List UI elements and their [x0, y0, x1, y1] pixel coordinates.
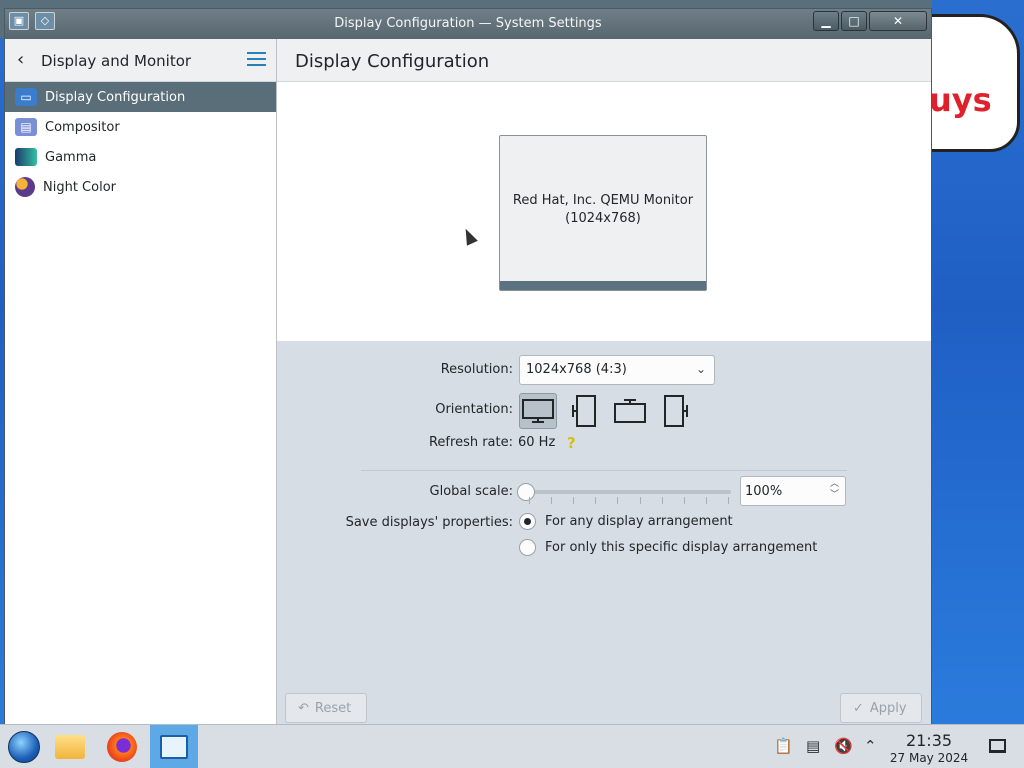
global-scale-slider[interactable] [517, 483, 731, 501]
flipped-icon [614, 399, 646, 423]
sidebar-item-label: Compositor [45, 119, 120, 135]
taskbar-file-manager[interactable] [46, 725, 94, 768]
sidebar-item-night-color[interactable]: Night Color [5, 172, 276, 202]
monitor-preview[interactable]: Red Hat, Inc. QEMU Monitor (1024x768) [499, 135, 707, 291]
sidebar-item-label: Night Color [43, 179, 116, 195]
page-title: Display Configuration [295, 51, 490, 72]
bubble-text: uys [929, 81, 992, 119]
window-title: Display Configuration — System Settings [334, 16, 602, 31]
apply-button[interactable]: ✓ Apply [840, 693, 922, 723]
radio-label: For only this specific display arrangeme… [545, 540, 818, 555]
radio-label: For any display arrangement [545, 514, 733, 529]
spin-arrows-icon[interactable]: ︿ ﹀ [830, 479, 839, 501]
radio-any-arrangement[interactable]: For any display arrangement [519, 513, 733, 530]
window-controls: ▁ □ ✕ [813, 11, 927, 31]
back-icon[interactable]: ‹ [17, 49, 24, 70]
system-settings-icon [160, 735, 188, 759]
orientation-label: Orientation: [435, 402, 513, 417]
apply-label: Apply [869, 700, 907, 716]
start-menu-button[interactable] [0, 725, 48, 768]
gamma-icon [15, 148, 37, 166]
night-color-icon [15, 177, 35, 197]
sidebar-header-title: Display and Monitor [41, 52, 192, 70]
separator [361, 470, 847, 471]
portrait-right-icon [664, 395, 688, 427]
show-desktop-icon[interactable] [989, 739, 1006, 753]
display-settings-form: Resolution: 1024x768 (4:3) ⌄ Orientation… [277, 341, 931, 725]
resolution-select[interactable]: 1024x768 (4:3) ⌄ [519, 355, 715, 385]
sidebar-item-label: Display Configuration [45, 89, 186, 105]
global-scale-spinbox[interactable]: 100% ︿ ﹀ [740, 476, 846, 506]
system-settings-window: ▣ ◇ Display Configuration — System Setti… [4, 8, 932, 725]
monitor-preview-bar [500, 281, 706, 290]
sidebar-item-gamma[interactable]: Gamma [5, 142, 276, 172]
checkmark-icon: ✓ [853, 700, 864, 716]
radio-button[interactable] [519, 513, 536, 530]
global-scale-value: 100% [745, 484, 783, 499]
sidebar-item-display-configuration[interactable]: ▭ Display Configuration [5, 82, 276, 112]
hamburger-menu-icon[interactable] [247, 52, 266, 70]
clock[interactable]: 21:35 27 May 2024 [886, 731, 972, 765]
mouse-cursor-icon [460, 226, 478, 246]
taskbar-firefox[interactable] [98, 725, 146, 768]
reset-icon: ↶ [298, 700, 309, 716]
minimize-button[interactable]: ▁ [813, 11, 839, 31]
main-panel: Display Configuration Red Hat, Inc. QEMU… [277, 39, 931, 725]
clock-time: 21:35 [905, 731, 953, 750]
orientation-landscape-button[interactable] [519, 393, 557, 429]
taskbar: 📋 ▤ 🔇 ⌃ 21:35 27 May 2024 [0, 724, 1024, 768]
clock-date: 27 May 2024 [889, 751, 969, 765]
compositor-icon: ▤ [15, 118, 37, 136]
start-orb-icon [8, 731, 40, 763]
slider-ticks [529, 497, 729, 505]
help-icon[interactable]: ? [567, 434, 576, 452]
tray-expand-chevron-icon[interactable]: ⌃ [864, 737, 877, 755]
refresh-rate-label: Refresh rate: [428, 435, 513, 450]
radio-button[interactable] [519, 539, 536, 556]
close-button[interactable]: ✕ [869, 11, 927, 31]
tray-volume-muted-icon[interactable]: 🔇 [834, 737, 853, 755]
global-scale-label: Global scale: [429, 484, 513, 499]
orientation-portrait-right-button[interactable] [657, 393, 695, 429]
monitor-name: Red Hat, Inc. QEMU Monitor [512, 193, 694, 208]
sidebar-item-label: Gamma [45, 149, 97, 165]
folder-icon [55, 735, 85, 759]
window-titlebar[interactable]: ▣ ◇ Display Configuration — System Setti… [5, 9, 931, 39]
display-arrangement-area[interactable]: Red Hat, Inc. QEMU Monitor (1024x768) [277, 82, 931, 341]
orientation-portrait-left-button[interactable] [565, 393, 603, 429]
resolution-value: 1024x768 (4:3) [526, 362, 627, 377]
refresh-rate-value: 60 Hz [518, 435, 556, 450]
orientation-buttons [519, 393, 695, 429]
monitor-resolution: (1024x768) [565, 211, 641, 226]
resolution-label: Resolution: [440, 362, 513, 377]
reset-button[interactable]: ↶ Reset [285, 693, 367, 723]
reset-label: Reset [314, 700, 352, 716]
tray-notes-icon[interactable]: ▤ [806, 737, 820, 755]
tray-clipboard-icon[interactable]: 📋 [774, 737, 793, 755]
sidebar-header: ‹ Display and Monitor [5, 39, 276, 82]
orientation-flipped-button[interactable] [611, 393, 649, 429]
firefox-icon [107, 732, 137, 762]
save-properties-label: Save displays' properties: [345, 515, 513, 530]
sidebar: ‹ Display and Monitor ▭ Display Configur… [5, 39, 277, 725]
chevron-down-icon: ⌄ [695, 362, 706, 376]
taskbar-system-settings[interactable] [150, 725, 198, 768]
display-icon: ▭ [15, 88, 37, 106]
sidebar-item-compositor[interactable]: ▤ Compositor [5, 112, 276, 142]
main-header: Display Configuration [277, 39, 931, 82]
maximize-button[interactable]: □ [841, 11, 867, 31]
radio-specific-arrangement[interactable]: For only this specific display arrangeme… [519, 539, 817, 556]
landscape-icon [522, 399, 554, 423]
portrait-left-icon [572, 395, 596, 427]
